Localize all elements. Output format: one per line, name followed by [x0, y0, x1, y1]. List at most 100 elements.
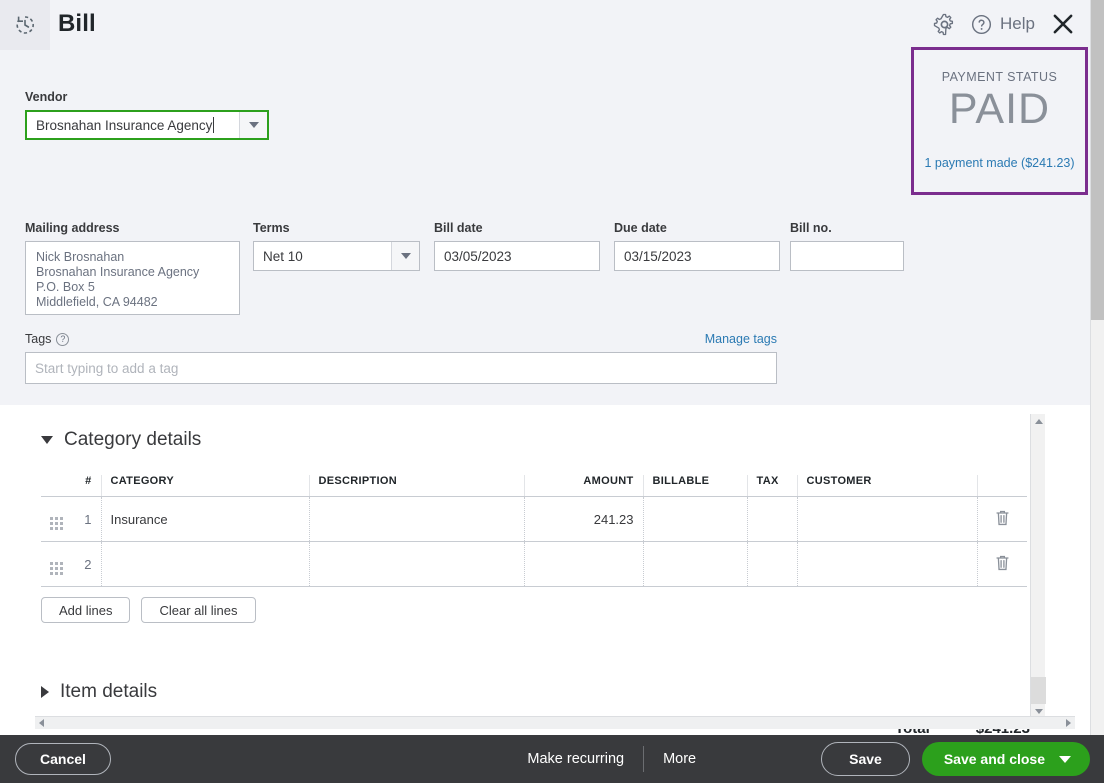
- chevron-down-icon[interactable]: [41, 436, 53, 444]
- chevron-down-icon: [401, 253, 411, 259]
- row-amount[interactable]: [524, 542, 643, 587]
- tags-help-icon[interactable]: ?: [56, 333, 69, 346]
- footer-save-actions: Save Save and close: [821, 742, 1090, 776]
- close-x-icon: [1048, 9, 1078, 39]
- save-button[interactable]: Save: [821, 742, 910, 776]
- item-details-title: Item details: [60, 681, 157, 703]
- page-title: Bill: [58, 10, 96, 38]
- settings-button[interactable]: [932, 12, 957, 37]
- vendor-input[interactable]: Brosnahan Insurance Agency: [25, 110, 269, 140]
- row-customer[interactable]: [797, 542, 977, 587]
- line-action-buttons: Add lines Clear all lines: [0, 597, 1030, 623]
- category-details-section: Category details # CATEGORY DESCRIPTION: [0, 429, 1030, 623]
- row-amount[interactable]: 241.23: [524, 497, 643, 542]
- scroll-left-arrow-icon[interactable]: [39, 719, 44, 727]
- item-details-header[interactable]: Item details: [0, 681, 1030, 703]
- save-and-close-button[interactable]: Save and close: [922, 742, 1090, 776]
- mailing-address-label: Mailing address: [25, 221, 240, 235]
- payment-made-link[interactable]: 1 payment made ($241.23): [914, 156, 1085, 170]
- terms-field-group: Terms Net 10: [253, 221, 420, 271]
- clear-all-lines-button[interactable]: Clear all lines: [141, 597, 255, 623]
- row-description[interactable]: [309, 542, 524, 587]
- details-vertical-scrollbar[interactable]: [1030, 414, 1045, 719]
- col-billable: BILLABLE: [643, 475, 747, 497]
- page-header: Bill Help: [0, 0, 1090, 50]
- bill-date-label: Bill date: [434, 221, 600, 235]
- mailing-address-group: Mailing address Nick Brosnahan Brosnahan…: [25, 221, 240, 315]
- cancel-button[interactable]: Cancel: [15, 743, 111, 775]
- header-actions: Help: [932, 9, 1078, 39]
- transaction-history-button[interactable]: [0, 0, 50, 50]
- address-line: P.O. Box 5: [36, 280, 229, 295]
- caret-up-icon: [1035, 419, 1043, 424]
- row-delete-button[interactable]: [977, 497, 1027, 542]
- manage-tags-link[interactable]: Manage tags: [705, 332, 777, 346]
- bill-no-label: Bill no.: [790, 221, 904, 235]
- row-drag-handle[interactable]: [41, 542, 71, 587]
- text-cursor: [213, 117, 214, 133]
- page-vertical-scrollbar[interactable]: [1090, 0, 1104, 735]
- terms-select[interactable]: Net 10: [253, 241, 420, 271]
- row-tax[interactable]: [747, 542, 797, 587]
- category-lines-table: # CATEGORY DESCRIPTION AMOUNT BILLABLE T…: [41, 475, 1027, 587]
- row-number: 1: [71, 497, 101, 542]
- row-category[interactable]: Insurance: [101, 497, 309, 542]
- category-details-header[interactable]: Category details: [0, 429, 1030, 451]
- row-drag-handle[interactable]: [41, 497, 71, 542]
- scroll-right-arrow-icon[interactable]: [1066, 719, 1071, 727]
- row-delete-button[interactable]: [977, 542, 1027, 587]
- details-panel: Category details # CATEGORY DESCRIPTION: [0, 405, 1090, 735]
- bill-no-input[interactable]: [790, 241, 904, 271]
- page-horizontal-scrollbar[interactable]: [35, 716, 1075, 729]
- row-category[interactable]: [101, 542, 309, 587]
- help-button[interactable]: Help: [970, 13, 1035, 36]
- scroll-up-button[interactable]: [1031, 414, 1046, 429]
- row-billable[interactable]: [643, 542, 747, 587]
- address-line: Middlefield, CA 94482: [36, 295, 229, 310]
- address-line: Nick Brosnahan: [36, 250, 229, 265]
- vendor-label: Vendor: [25, 90, 269, 104]
- mailing-address-input[interactable]: Nick Brosnahan Brosnahan Insurance Agenc…: [25, 241, 240, 315]
- bill-date-input[interactable]: 03/05/2023: [434, 241, 600, 271]
- make-recurring-button[interactable]: Make recurring: [508, 751, 643, 767]
- tags-input[interactable]: Start typing to add a tag: [25, 352, 777, 384]
- clock-history-icon: [13, 13, 37, 37]
- trash-icon: [995, 554, 1010, 571]
- row-billable[interactable]: [643, 497, 747, 542]
- gear-icon: [932, 12, 957, 37]
- table-row: 1 Insurance 241.23: [41, 497, 1027, 542]
- row-customer[interactable]: [797, 497, 977, 542]
- action-footer: Cancel Make recurring More Save Save and…: [0, 735, 1104, 783]
- more-button[interactable]: More: [644, 751, 715, 767]
- save-options-dropdown[interactable]: [1059, 756, 1090, 763]
- bill-date-group: Bill date 03/05/2023: [434, 221, 600, 271]
- vendor-dropdown-button[interactable]: [239, 112, 267, 138]
- col-category: CATEGORY: [101, 475, 309, 497]
- scrollbar-thumb[interactable]: [1091, 0, 1104, 320]
- due-date-input[interactable]: 03/15/2023: [614, 241, 780, 271]
- item-details-section: Item details: [0, 681, 1030, 703]
- row-tax[interactable]: [747, 497, 797, 542]
- address-line: Brosnahan Insurance Agency: [36, 265, 229, 280]
- row-description[interactable]: [309, 497, 524, 542]
- col-tax: TAX: [747, 475, 797, 497]
- table-header-row: # CATEGORY DESCRIPTION AMOUNT BILLABLE T…: [41, 475, 1027, 497]
- scrollbar-thumb[interactable]: [1031, 677, 1046, 704]
- chevron-right-icon[interactable]: [41, 686, 49, 698]
- table-row: 2: [41, 542, 1027, 587]
- help-label: Help: [1000, 14, 1035, 34]
- trash-icon: [995, 509, 1010, 526]
- chevron-down-icon: [1059, 756, 1071, 763]
- vendor-field-group: Vendor Brosnahan Insurance Agency: [25, 90, 269, 140]
- footer-links: Make recurring More: [508, 746, 715, 772]
- payment-status-value: PAID: [914, 84, 1085, 134]
- col-drag: [41, 475, 71, 497]
- due-date-group: Due date 03/15/2023: [614, 221, 780, 271]
- save-and-close-label: Save and close: [922, 751, 1059, 767]
- chevron-down-icon: [249, 122, 259, 128]
- terms-dropdown-button[interactable]: [391, 242, 419, 270]
- tags-group: Tags ? Manage tags Start typing to add a…: [25, 332, 777, 384]
- close-button[interactable]: [1048, 9, 1078, 39]
- add-lines-button[interactable]: Add lines: [41, 597, 130, 623]
- terms-label: Terms: [253, 221, 420, 235]
